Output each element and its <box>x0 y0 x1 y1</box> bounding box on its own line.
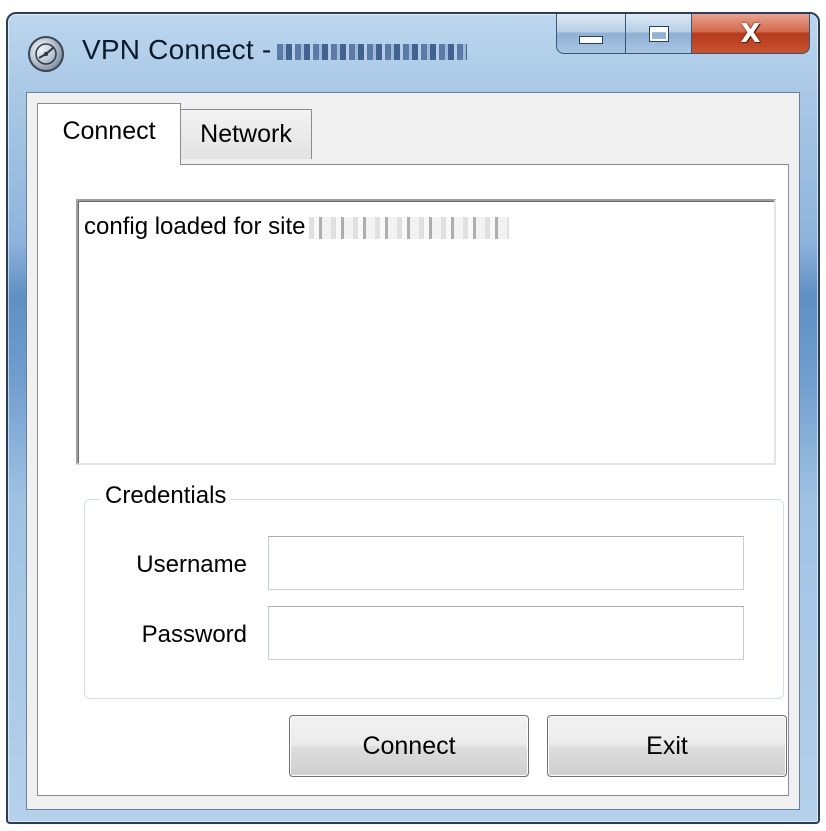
status-log[interactable]: config loaded for site <box>76 199 776 465</box>
tab-connect[interactable]: Connect <box>37 103 181 165</box>
password-field[interactable] <box>268 606 744 660</box>
title-redacted-host <box>277 43 468 60</box>
screen: VPN Connect - X Connect Network config l… <box>0 0 826 831</box>
maximize-icon <box>648 25 669 42</box>
tab-network[interactable]: Network <box>180 109 312 159</box>
window-title: VPN Connect - <box>82 34 468 66</box>
vpn-globe-icon <box>28 36 64 72</box>
window-title-text: VPN Connect - <box>82 34 272 65</box>
title-bar[interactable]: VPN Connect - X <box>8 14 818 92</box>
minimize-icon <box>579 35 603 44</box>
password-label: Password <box>141 621 247 648</box>
username-field[interactable] <box>268 536 744 590</box>
caption-buttons: X <box>556 14 810 56</box>
minimize-button[interactable] <box>556 14 626 54</box>
connect-tab-panel: config loaded for site Credentials Usern… <box>37 164 789 796</box>
connect-button[interactable]: Connect <box>289 715 529 777</box>
credentials-legend: Credentials <box>101 482 231 510</box>
close-button[interactable]: X <box>692 14 810 54</box>
log-line: config loaded for site <box>84 213 306 240</box>
username-label: Username <box>136 551 247 578</box>
client-area: Connect Network config loaded for site C… <box>26 92 800 810</box>
credentials-group: Credentials Username Password <box>84 482 784 699</box>
close-icon: X <box>740 18 761 49</box>
exit-button[interactable]: Exit <box>547 715 787 777</box>
vpn-connect-window: VPN Connect - X Connect Network config l… <box>6 12 820 824</box>
maximize-button[interactable] <box>626 14 692 54</box>
site-redacted-name <box>309 216 510 239</box>
